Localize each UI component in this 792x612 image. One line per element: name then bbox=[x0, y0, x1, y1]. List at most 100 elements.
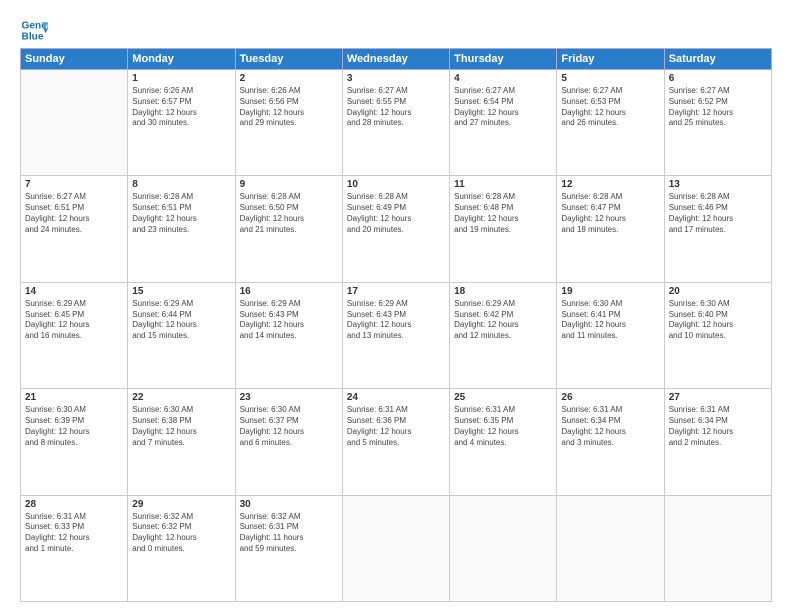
cell-info: Sunrise: 6:29 AM Sunset: 6:43 PM Dayligh… bbox=[240, 299, 338, 342]
cell-info: Sunrise: 6:31 AM Sunset: 6:35 PM Dayligh… bbox=[454, 405, 552, 448]
calendar-cell bbox=[557, 495, 664, 601]
day-header-thursday: Thursday bbox=[450, 49, 557, 70]
day-header-wednesday: Wednesday bbox=[342, 49, 449, 70]
cell-info: Sunrise: 6:30 AM Sunset: 6:38 PM Dayligh… bbox=[132, 405, 230, 448]
cell-info: Sunrise: 6:29 AM Sunset: 6:45 PM Dayligh… bbox=[25, 299, 123, 342]
cell-date: 7 bbox=[25, 179, 123, 190]
cell-date: 5 bbox=[561, 73, 659, 84]
cell-info: Sunrise: 6:30 AM Sunset: 6:37 PM Dayligh… bbox=[240, 405, 338, 448]
cell-date: 6 bbox=[669, 73, 767, 84]
cell-info: Sunrise: 6:31 AM Sunset: 6:36 PM Dayligh… bbox=[347, 405, 445, 448]
calendar-cell: 11 Sunrise: 6:28 AM Sunset: 6:48 PM Dayli… bbox=[450, 176, 557, 282]
cell-info: Sunrise: 6:28 AM Sunset: 6:50 PM Dayligh… bbox=[240, 192, 338, 235]
cell-date: 16 bbox=[240, 286, 338, 297]
calendar-cell: 27Sunrise: 6:31 AM Sunset: 6:34 PM Dayli… bbox=[664, 389, 771, 495]
cell-date: 26 bbox=[561, 392, 659, 403]
calendar-cell: 19 Sunrise: 6:30 AM Sunset: 6:41 PM Dayli… bbox=[557, 282, 664, 388]
calendar-cell: 15 Sunrise: 6:29 AM Sunset: 6:44 PM Dayli… bbox=[128, 282, 235, 388]
cell-info: Sunrise: 6:31 AM Sunset: 6:34 PM Dayligh… bbox=[561, 405, 659, 448]
calendar-cell: 25 Sunrise: 6:31 AM Sunset: 6:35 PM Dayli… bbox=[450, 389, 557, 495]
cell-date: 9 bbox=[240, 179, 338, 190]
cell-date: 22 bbox=[132, 392, 230, 403]
cell-date: 14 bbox=[25, 286, 123, 297]
cell-info: Sunrise: 6:29 AM Sunset: 6:43 PM Dayligh… bbox=[347, 299, 445, 342]
cell-date: 25 bbox=[454, 392, 552, 403]
logo: General Blue bbox=[20, 16, 52, 44]
cell-info: Sunrise: 6:30 AM Sunset: 6:39 PM Dayligh… bbox=[25, 405, 123, 448]
cell-date: 23 bbox=[240, 392, 338, 403]
cell-date: 1 bbox=[132, 73, 230, 84]
calendar-cell: 9 Sunrise: 6:28 AM Sunset: 6:50 PM Daylig… bbox=[235, 176, 342, 282]
cell-info: Sunrise: 6:26 AM Sunset: 6:57 PM Dayligh… bbox=[132, 86, 230, 129]
day-header-friday: Friday bbox=[557, 49, 664, 70]
calendar-cell: 3 Sunrise: 6:27 AM Sunset: 6:55 PM Daylig… bbox=[342, 70, 449, 176]
cell-date: 2 bbox=[240, 73, 338, 84]
calendar-cell: 18Sunrise: 6:29 AM Sunset: 6:42 PM Dayli… bbox=[450, 282, 557, 388]
calendar-cell: 12 Sunrise: 6:28 AM Sunset: 6:47 PM Dayli… bbox=[557, 176, 664, 282]
calendar-cell: 29 Sunrise: 6:32 AM Sunset: 6:32 PM Dayli… bbox=[128, 495, 235, 601]
cell-info: Sunrise: 6:28 AM Sunset: 6:46 PM Dayligh… bbox=[669, 192, 767, 235]
cell-date: 19 bbox=[561, 286, 659, 297]
cell-info: Sunrise: 6:28 AM Sunset: 6:49 PM Dayligh… bbox=[347, 192, 445, 235]
cell-date: 30 bbox=[240, 499, 338, 510]
calendar-cell: 22 Sunrise: 6:30 AM Sunset: 6:38 PM Dayli… bbox=[128, 389, 235, 495]
calendar-cell: 30 Sunrise: 6:32 AM Sunset: 6:31 PM Dayli… bbox=[235, 495, 342, 601]
day-header-sunday: Sunday bbox=[21, 49, 128, 70]
calendar-cell: 2 Sunrise: 6:26 AM Sunset: 6:56 PM Daylig… bbox=[235, 70, 342, 176]
calendar-cell: 8Sunrise: 6:28 AM Sunset: 6:51 PM Daylig… bbox=[128, 176, 235, 282]
calendar-cell: 4 Sunrise: 6:27 AM Sunset: 6:54 PM Daylig… bbox=[450, 70, 557, 176]
calendar-cell bbox=[664, 495, 771, 601]
calendar-cell: 24 Sunrise: 6:31 AM Sunset: 6:36 PM Dayli… bbox=[342, 389, 449, 495]
cell-date: 13 bbox=[669, 179, 767, 190]
calendar-cell: 21 Sunrise: 6:30 AM Sunset: 6:39 PM Dayli… bbox=[21, 389, 128, 495]
cell-date: 29 bbox=[132, 499, 230, 510]
cell-date: 15 bbox=[132, 286, 230, 297]
cell-date: 8 bbox=[132, 179, 230, 190]
calendar-cell: 16 Sunrise: 6:29 AM Sunset: 6:43 PM Dayli… bbox=[235, 282, 342, 388]
cell-date: 4 bbox=[454, 73, 552, 84]
cell-info: Sunrise: 6:27 AM Sunset: 6:54 PM Dayligh… bbox=[454, 86, 552, 129]
calendar-cell: 26 Sunrise: 6:31 AM Sunset: 6:34 PM Dayli… bbox=[557, 389, 664, 495]
cell-date: 3 bbox=[347, 73, 445, 84]
cell-info: Sunrise: 6:27 AM Sunset: 6:53 PM Dayligh… bbox=[561, 86, 659, 129]
cell-date: 20 bbox=[669, 286, 767, 297]
cell-info: Sunrise: 6:27 AM Sunset: 6:52 PM Dayligh… bbox=[669, 86, 767, 129]
cell-info: Sunrise: 6:26 AM Sunset: 6:56 PM Dayligh… bbox=[240, 86, 338, 129]
cell-date: 12 bbox=[561, 179, 659, 190]
cell-info: Sunrise: 6:27 AM Sunset: 6:55 PM Dayligh… bbox=[347, 86, 445, 129]
calendar-cell bbox=[21, 70, 128, 176]
cell-date: 24 bbox=[347, 392, 445, 403]
cell-info: Sunrise: 6:30 AM Sunset: 6:40 PM Dayligh… bbox=[669, 299, 767, 342]
calendar: SundayMondayTuesdayWednesdayThursdayFrid… bbox=[20, 48, 772, 602]
cell-date: 11 bbox=[454, 179, 552, 190]
day-header-saturday: Saturday bbox=[664, 49, 771, 70]
calendar-cell bbox=[342, 495, 449, 601]
calendar-cell: 10 Sunrise: 6:28 AM Sunset: 6:49 PM Dayli… bbox=[342, 176, 449, 282]
cell-info: Sunrise: 6:31 AM Sunset: 6:34 PM Dayligh… bbox=[669, 405, 767, 448]
cell-info: Sunrise: 6:28 AM Sunset: 6:48 PM Dayligh… bbox=[454, 192, 552, 235]
calendar-cell: 5 Sunrise: 6:27 AM Sunset: 6:53 PM Daylig… bbox=[557, 70, 664, 176]
cell-date: 28 bbox=[25, 499, 123, 510]
day-header-tuesday: Tuesday bbox=[235, 49, 342, 70]
cell-info: Sunrise: 6:31 AM Sunset: 6:33 PM Dayligh… bbox=[25, 512, 123, 555]
calendar-cell: 17 Sunrise: 6:29 AM Sunset: 6:43 PM Dayli… bbox=[342, 282, 449, 388]
calendar-cell: 1 Sunrise: 6:26 AM Sunset: 6:57 PM Daylig… bbox=[128, 70, 235, 176]
cell-info: Sunrise: 6:27 AM Sunset: 6:51 PM Dayligh… bbox=[25, 192, 123, 235]
svg-text:Blue: Blue bbox=[22, 31, 44, 42]
calendar-cell: 23 Sunrise: 6:30 AM Sunset: 6:37 PM Dayli… bbox=[235, 389, 342, 495]
cell-info: Sunrise: 6:30 AM Sunset: 6:41 PM Dayligh… bbox=[561, 299, 659, 342]
calendar-cell: 13 Sunrise: 6:28 AM Sunset: 6:46 PM Dayli… bbox=[664, 176, 771, 282]
cell-info: Sunrise: 6:32 AM Sunset: 6:32 PM Dayligh… bbox=[132, 512, 230, 555]
cell-info: Sunrise: 6:28 AM Sunset: 6:47 PM Dayligh… bbox=[561, 192, 659, 235]
calendar-cell: 28 Sunrise: 6:31 AM Sunset: 6:33 PM Dayli… bbox=[21, 495, 128, 601]
calendar-cell: 6 Sunrise: 6:27 AM Sunset: 6:52 PM Daylig… bbox=[664, 70, 771, 176]
calendar-cell: 14 Sunrise: 6:29 AM Sunset: 6:45 PM Dayli… bbox=[21, 282, 128, 388]
cell-info: Sunrise: 6:29 AM Sunset: 6:44 PM Dayligh… bbox=[132, 299, 230, 342]
cell-info: Sunrise: 6:32 AM Sunset: 6:31 PM Dayligh… bbox=[240, 512, 338, 555]
calendar-cell: 20 Sunrise: 6:30 AM Sunset: 6:40 PM Dayli… bbox=[664, 282, 771, 388]
cell-date: 17 bbox=[347, 286, 445, 297]
cell-date: 18 bbox=[454, 286, 552, 297]
cell-date: 10 bbox=[347, 179, 445, 190]
cell-date: 21 bbox=[25, 392, 123, 403]
calendar-cell: 7 Sunrise: 6:27 AM Sunset: 6:51 PM Daylig… bbox=[21, 176, 128, 282]
